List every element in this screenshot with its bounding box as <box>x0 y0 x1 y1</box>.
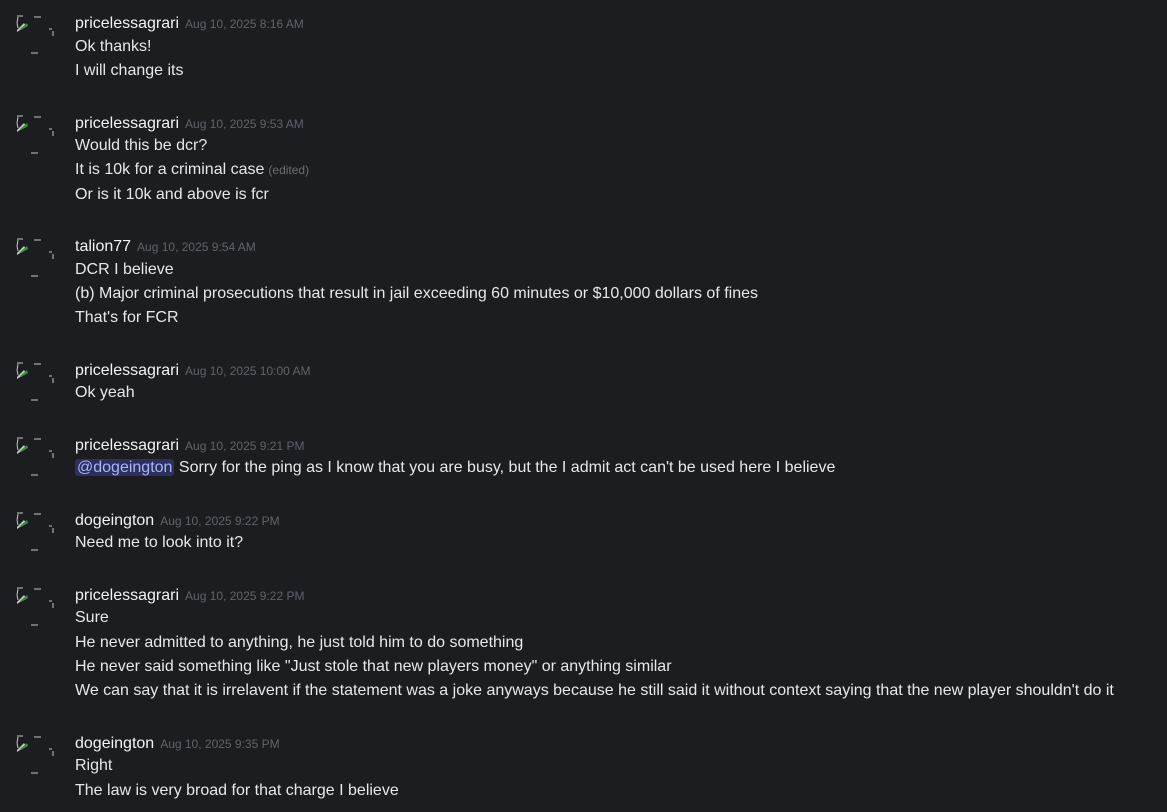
message-line: (b) Major criminal prosecutions that res… <box>75 285 759 302</box>
author-name[interactable]: dogeington <box>75 512 154 529</box>
message-line: He never said something like "Just stole… <box>75 658 672 675</box>
message-list: pricelessagrari Aug 10, 2025 8:16 AM Ok t… <box>0 0 1167 812</box>
timestamp: Aug 10, 2025 9:21 PM <box>185 439 305 453</box>
message-line: That's for FCR <box>75 309 179 326</box>
message-line: Need me to look into it? <box>75 534 244 551</box>
broken-image-icon[interactable] <box>14 361 54 401</box>
message-line: Sure <box>75 609 109 626</box>
author-name[interactable]: pricelessagrari <box>75 362 179 379</box>
message-line: We can say that it is irrelavent if the … <box>75 682 1114 699</box>
message-text: Sorry for the ping as I know that you ar… <box>178 459 836 476</box>
message-line: Ok yeah <box>75 384 135 401</box>
broken-image-icon[interactable] <box>14 114 54 154</box>
author-name[interactable]: pricelessagrari <box>75 115 179 132</box>
broken-image-icon[interactable] <box>14 436 54 476</box>
timestamp: Aug 10, 2025 9:54 AM <box>137 240 256 254</box>
message-header: pricelessagrari Aug 10, 2025 8:16 AM <box>75 14 304 34</box>
author-name[interactable]: pricelessagrari <box>75 15 179 32</box>
broken-image-icon[interactable] <box>14 511 54 551</box>
message-header: pricelessagrari Aug 10, 2025 10:00 AM <box>75 361 310 381</box>
message-text: It is 10k for a criminal case <box>75 161 265 178</box>
timestamp: Aug 10, 2025 9:22 PM <box>185 589 305 603</box>
message-line: He never admitted to anything, he just t… <box>75 634 524 651</box>
author-name[interactable]: dogeington <box>75 735 154 752</box>
message-line: Right <box>75 757 113 774</box>
message-line: I will change its <box>75 62 184 79</box>
broken-image-icon[interactable] <box>14 237 54 277</box>
message-line: The law is very broad for that charge I … <box>75 782 399 799</box>
timestamp: Aug 10, 2025 9:53 AM <box>185 117 304 131</box>
message-header: dogeington Aug 10, 2025 9:35 PM <box>75 734 280 754</box>
message-line: It is 10k for a criminal case (edited) <box>75 159 309 181</box>
user-mention[interactable]: @dogeington <box>75 459 175 476</box>
timestamp: Aug 10, 2025 9:22 PM <box>160 514 280 528</box>
broken-image-icon[interactable] <box>14 734 54 774</box>
edited-label: (edited) <box>268 163 310 177</box>
message-line: @dogeington Sorry for the ping as I know… <box>75 457 835 479</box>
author-name[interactable]: talion77 <box>75 238 131 255</box>
message-header: pricelessagrari Aug 10, 2025 9:53 AM <box>75 114 304 134</box>
author-name[interactable]: pricelessagrari <box>75 587 179 604</box>
message-line: Would this be dcr? <box>75 137 208 154</box>
message-header: dogeington Aug 10, 2025 9:22 PM <box>75 511 280 531</box>
message-line: DCR I believe <box>75 261 174 278</box>
author-name[interactable]: pricelessagrari <box>75 437 179 454</box>
timestamp: Aug 10, 2025 8:16 AM <box>185 17 304 31</box>
message-header: pricelessagrari Aug 10, 2025 9:21 PM <box>75 436 304 456</box>
message-line: Or is it 10k and above is fcr <box>75 186 269 203</box>
message-header: pricelessagrari Aug 10, 2025 9:22 PM <box>75 586 304 606</box>
broken-image-icon[interactable] <box>14 14 54 54</box>
broken-image-icon[interactable] <box>14 586 54 626</box>
timestamp: Aug 10, 2025 10:00 AM <box>185 364 311 378</box>
message-line: Ok thanks! <box>75 38 152 55</box>
timestamp: Aug 10, 2025 9:35 PM <box>160 737 280 751</box>
message-header: talion77 Aug 10, 2025 9:54 AM <box>75 237 256 257</box>
